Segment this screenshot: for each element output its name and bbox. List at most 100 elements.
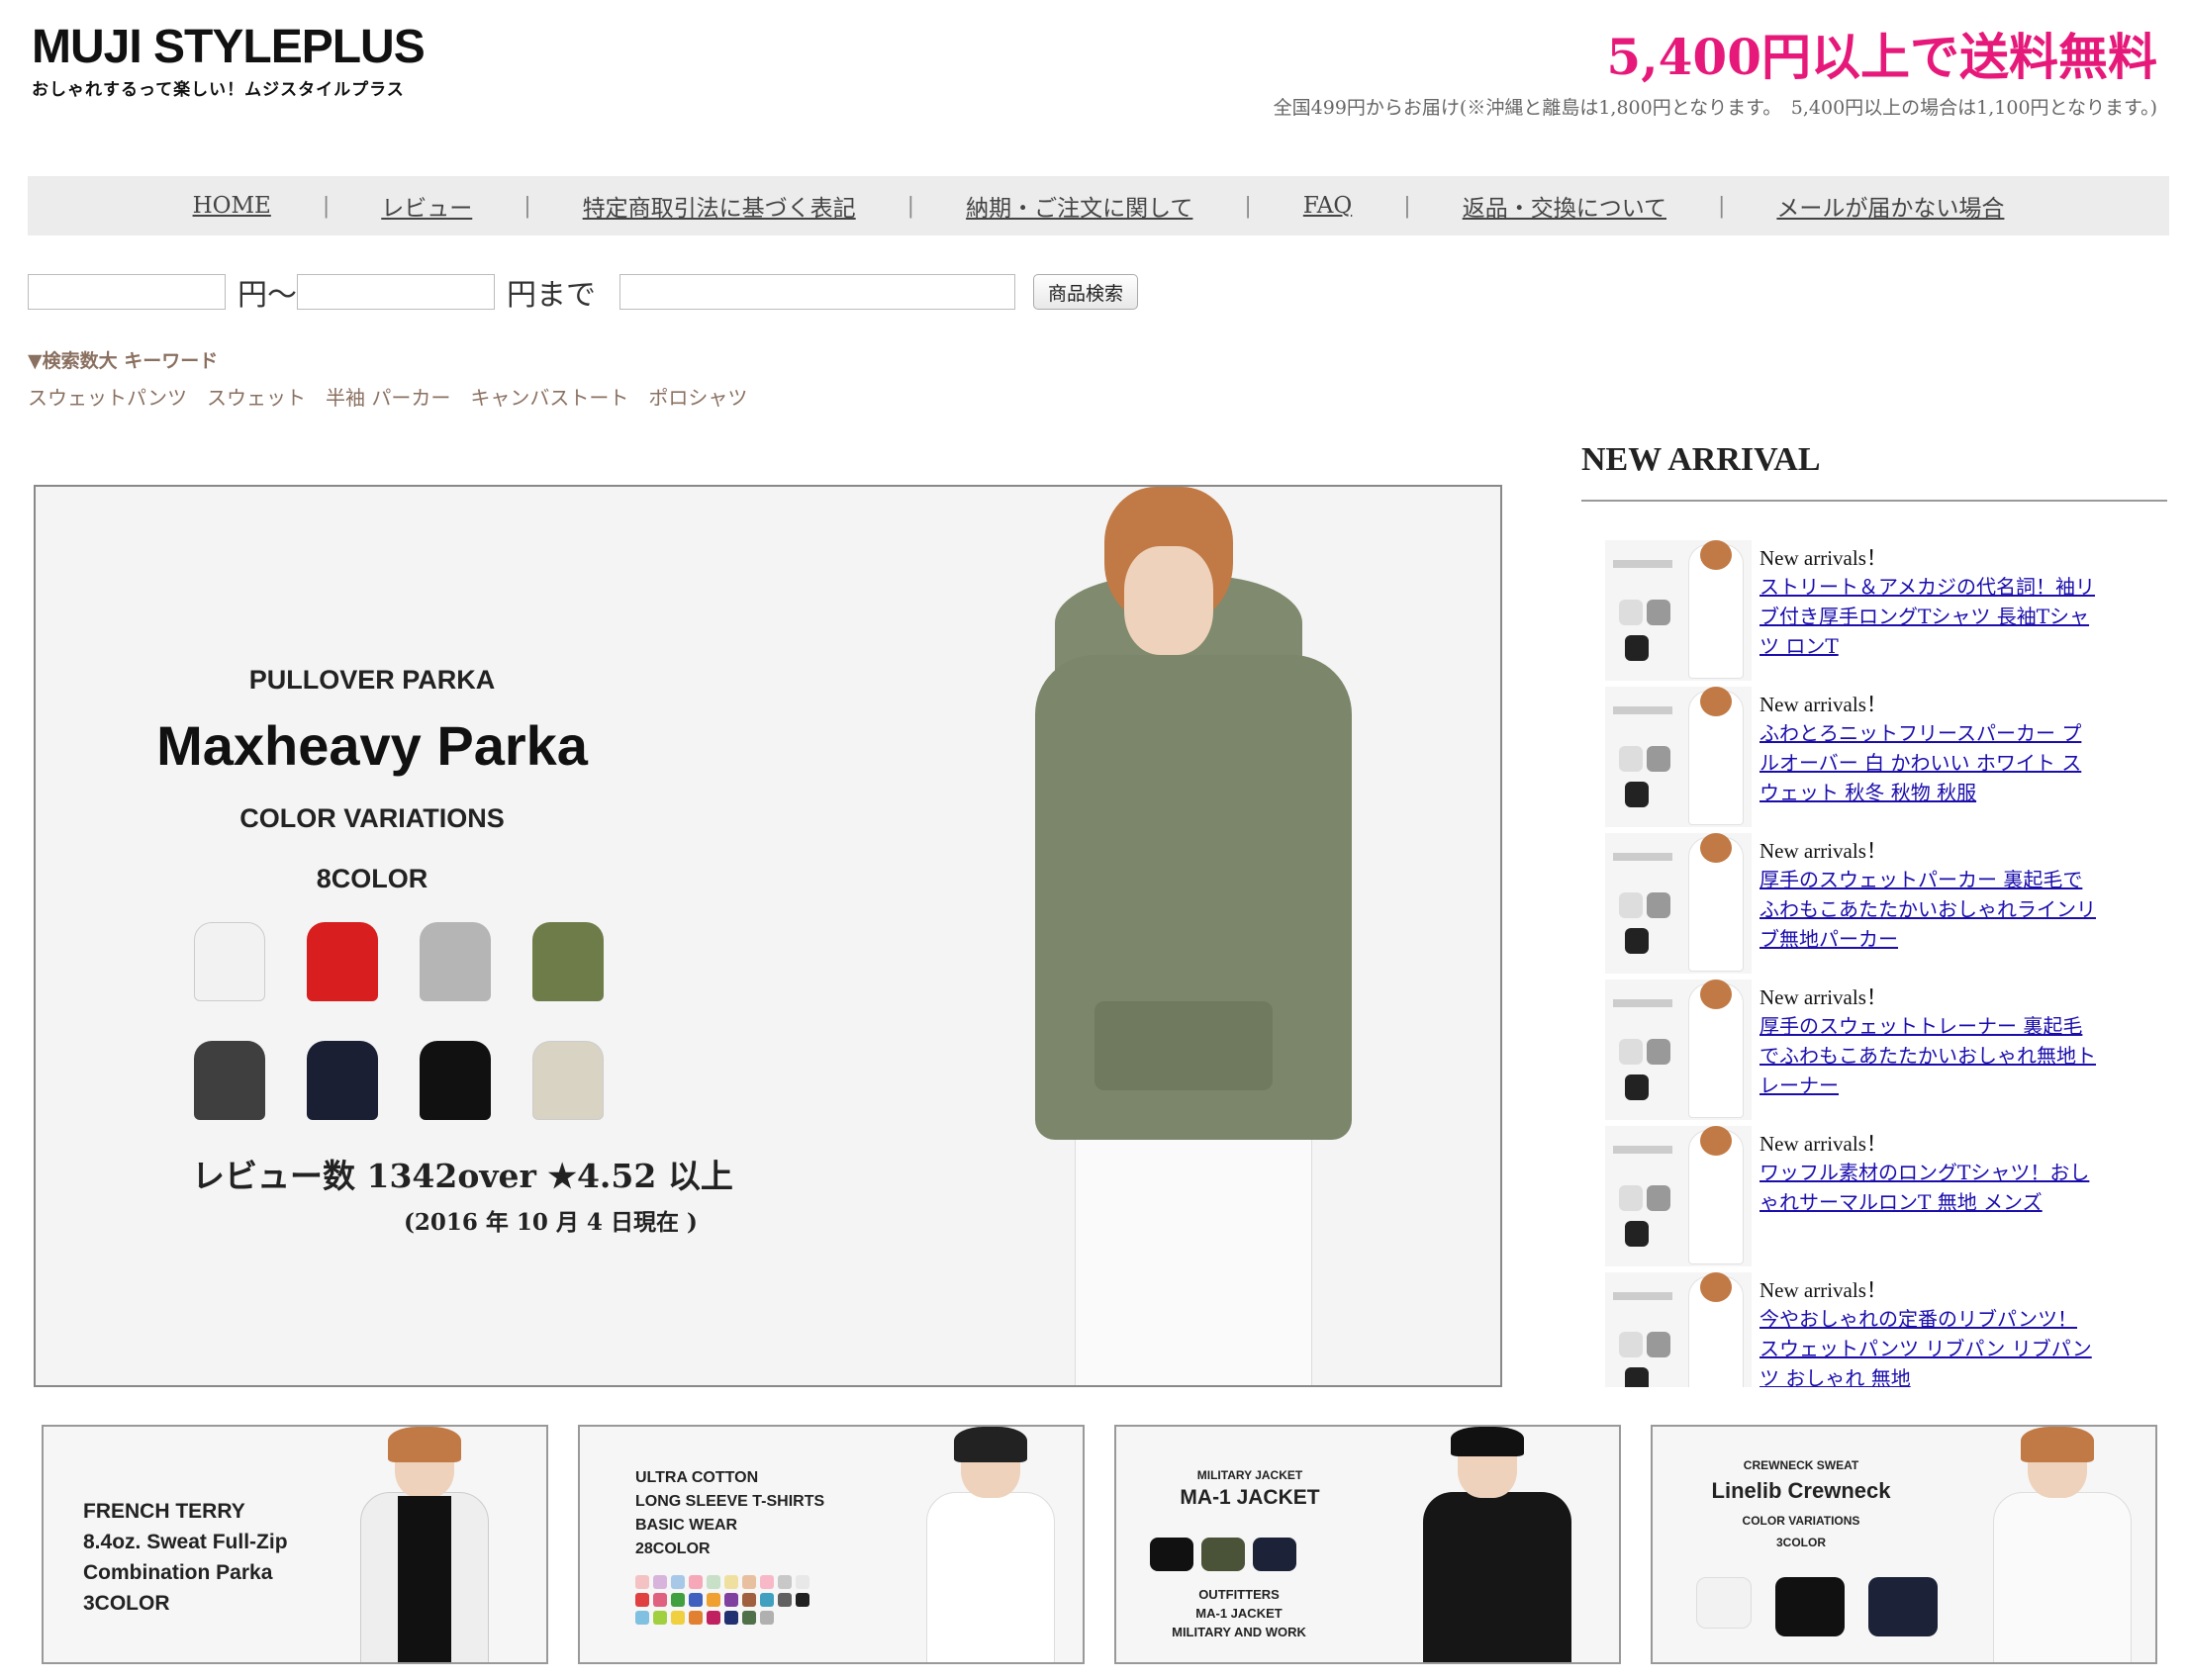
product-thumbnail[interactable] bbox=[1605, 833, 1752, 974]
new-arrival-item: New arrivals！ 厚手のスウェットパーカー 裏起毛でふわもこあたたかい… bbox=[1605, 833, 2159, 980]
main-nav: HOME | レビュー | 特定商取引法に基づく表記 | 納期・ご注文に関して … bbox=[28, 176, 2169, 235]
hero-title: Maxheavy Parka bbox=[156, 714, 588, 777]
new-arrival-item: New arrivals！ 今やおしゃれの定番のリブパンツ！スウェットパンツ リ… bbox=[1605, 1272, 2159, 1387]
jacket-thumbnails bbox=[1150, 1538, 1296, 1571]
nav-returns[interactable]: 返品・交換について bbox=[1463, 189, 1666, 223]
banner-line: 28COLOR bbox=[635, 1540, 711, 1557]
new-arrival-item: New arrivals！ ストリート＆アメカジの代名詞！袖リブ付き厚手ロングT… bbox=[1605, 540, 2159, 687]
swatch-hoodie bbox=[420, 1041, 491, 1120]
product-search-button[interactable]: 商品検索 bbox=[1033, 274, 1139, 310]
site-logo[interactable]: MUJI STYLEPLUS おしゃれするって楽しい！ムジスタイルプラス bbox=[32, 21, 426, 101]
nav-separator: | bbox=[322, 193, 331, 219]
nav-delivery-orders[interactable]: 納期・ご注文に関して bbox=[966, 189, 1192, 223]
banner-line: Combination Parka bbox=[83, 1561, 273, 1584]
model-photo bbox=[926, 1427, 1055, 1662]
swatch-hoodie bbox=[532, 922, 604, 1001]
shipping-note: 全国499円からお届け(※沖縄と離島は1,800円となります。 5,400円以上… bbox=[1273, 97, 2157, 119]
banner-ma1-jacket[interactable]: MILITARY JACKET MA-1 JACKET OUTFITTERS M… bbox=[1114, 1425, 1621, 1664]
nav-mail-issue[interactable]: メールが届かない場合 bbox=[1776, 189, 2004, 223]
swatch-hoodie bbox=[307, 1041, 378, 1120]
nav-separator: | bbox=[1244, 193, 1252, 219]
nav-separator: | bbox=[1718, 193, 1726, 219]
max-price-input[interactable] bbox=[297, 274, 495, 310]
new-arrival-badge: New arrivals！ bbox=[1759, 546, 1887, 570]
keyword-link[interactable]: ポロシャツ bbox=[648, 382, 747, 411]
new-arrival-badge: New arrivals！ bbox=[1759, 1132, 1887, 1156]
product-thumbnail[interactable] bbox=[1605, 540, 1752, 681]
free-shipping-headline: 5,400円以上で送料無料 bbox=[1606, 28, 2157, 86]
nav-separator: | bbox=[906, 193, 915, 219]
banner-line: MA-1 JACKET bbox=[1195, 1606, 1283, 1621]
banner-line: BASIC WEAR bbox=[635, 1517, 738, 1534]
hero-subtitle: PULLOVER PARKA bbox=[248, 665, 496, 695]
model-photo bbox=[1993, 1427, 2132, 1662]
model-photo bbox=[1423, 1427, 1571, 1662]
product-link[interactable]: 厚手のスウェットパーカー 裏起毛でふわもこあたたかいおしゃれラインリブ無地パーカ… bbox=[1759, 868, 2096, 951]
popular-keywords-list: スウェットパンツ スウェット 半袖 パーカー キャンバストート ポロシャツ bbox=[28, 382, 767, 411]
product-thumbnail[interactable] bbox=[1605, 687, 1752, 827]
banner-line: OUTFITTERS bbox=[1198, 1587, 1280, 1602]
crewneck-thumbnails bbox=[1696, 1577, 1938, 1636]
product-link[interactable]: ワッフル素材のロングTシャツ！おしゃれサーマルロンT 無地 メンズ bbox=[1759, 1161, 2089, 1214]
nav-home[interactable]: HOME bbox=[193, 193, 271, 219]
banner-french-terry[interactable]: FRENCH TERRY 8.4oz. Sweat Full-Zip Combi… bbox=[42, 1425, 548, 1664]
new-arrival-badge: New arrivals！ bbox=[1759, 985, 1887, 1009]
nav-review[interactable]: レビュー bbox=[381, 189, 472, 223]
product-link[interactable]: ふわとろニットフリースパーカー プルオーバー 白 かわいい ホワイト スウェット… bbox=[1759, 721, 2081, 804]
product-search-form: 円〜 円まで 商品検索 bbox=[28, 273, 1139, 313]
min-price-input[interactable] bbox=[28, 274, 226, 310]
product-link[interactable]: 今やおしゃれの定番のリブパンツ！スウェットパンツ リブパン リブパンツ おしゃれ… bbox=[1759, 1307, 2092, 1387]
banner-line: MA-1 JACKET bbox=[1180, 1486, 1320, 1509]
product-thumbnail[interactable] bbox=[1605, 1126, 1752, 1266]
model-photo bbox=[360, 1427, 489, 1662]
nav-separator: | bbox=[1403, 193, 1411, 219]
hero-banner[interactable]: PULLOVER PARKA Maxheavy Parka COLOR VARI… bbox=[34, 485, 1502, 1387]
new-arrival-badge: New arrivals！ bbox=[1759, 1278, 1887, 1302]
keyword-link[interactable]: キャンバストート bbox=[470, 382, 628, 411]
banner-line: MILITARY JACKET bbox=[1196, 1468, 1303, 1482]
new-arrival-item: New arrivals！ ふわとろニットフリースパーカー プルオーバー 白 か… bbox=[1605, 687, 2159, 833]
swatch-hoodie bbox=[194, 1041, 265, 1120]
keyword-link[interactable]: 半袖 パーカー bbox=[326, 382, 450, 411]
hero-date-note: (2016 年 10 月 4 日現在 ) bbox=[404, 1209, 698, 1236]
popular-keywords-title: ▼検索数大 キーワード bbox=[28, 350, 219, 372]
banner-line: 3COLOR bbox=[1775, 1536, 1826, 1549]
banner-line: Linelib Crewneck bbox=[1711, 1478, 1891, 1503]
shipping-info: 5,400円以上で送料無料 全国499円からお届け(※沖縄と離島は1,800円と… bbox=[1274, 28, 2157, 120]
new-arrival-item: New arrivals！ ワッフル素材のロングTシャツ！おしゃれサーマルロンT… bbox=[1605, 1126, 2159, 1272]
keyword-link[interactable]: スウェット bbox=[207, 382, 306, 411]
new-arrival-divider bbox=[1581, 500, 2167, 502]
from-label: 円〜 bbox=[238, 278, 297, 313]
keyword-link[interactable]: スウェットパンツ bbox=[28, 382, 187, 411]
banner-line: MILITARY AND WORK bbox=[1172, 1625, 1306, 1639]
logo-title: MUJI STYLEPLUS bbox=[32, 21, 426, 73]
feature-banners: FRENCH TERRY 8.4oz. Sweat Full-Zip Combi… bbox=[42, 1425, 2157, 1664]
color-swatches bbox=[194, 922, 604, 1120]
product-thumbnail[interactable] bbox=[1605, 980, 1752, 1120]
hero-color-variations: COLOR VARIATIONS bbox=[239, 803, 505, 833]
new-arrival-title: NEW ARRIVAL bbox=[1581, 441, 1821, 478]
swatch-hoodie bbox=[194, 922, 265, 1001]
banner-line: ULTRA COTTON bbox=[635, 1469, 759, 1486]
product-link[interactable]: 厚手のスウェットトレーナー 裏起毛でふわもこあたたかいおしゃれ無地トレーナー bbox=[1759, 1014, 2096, 1097]
banner-line: COLOR VARIATIONS bbox=[1742, 1514, 1860, 1528]
banner-ultra-cotton[interactable]: ULTRA COTTON LONG SLEEVE T-SHIRTS BASIC … bbox=[578, 1425, 1085, 1664]
hero-review-count: レビュー数 1342over ★4.52 以上 bbox=[192, 1157, 733, 1195]
nav-legal-notice[interactable]: 特定商取引法に基づく表記 bbox=[583, 189, 856, 223]
product-link[interactable]: ストリート＆アメカジの代名詞！袖リブ付き厚手ロングTシャツ 長袖Tシャツ ロンT bbox=[1759, 575, 2095, 658]
banner-line: CREWNECK SWEAT bbox=[1743, 1458, 1859, 1472]
swatch-hoodie bbox=[532, 1041, 604, 1120]
hero-color-count: 8COLOR bbox=[316, 864, 428, 893]
banner-line: 8.4oz. Sweat Full-Zip bbox=[83, 1531, 288, 1553]
swatch-hoodie bbox=[307, 922, 378, 1001]
banner-line: FRENCH TERRY bbox=[83, 1500, 245, 1523]
nav-faq[interactable]: FAQ bbox=[1303, 193, 1352, 219]
logo-tagline: おしゃれするって楽しい！ムジスタイルプラス bbox=[32, 80, 405, 100]
banner-line: 3COLOR bbox=[83, 1592, 170, 1615]
nav-separator: | bbox=[523, 193, 531, 219]
new-arrival-badge: New arrivals！ bbox=[1759, 693, 1887, 716]
keyword-search-input[interactable] bbox=[619, 274, 1015, 310]
product-thumbnail[interactable] bbox=[1605, 1272, 1752, 1387]
banner-linelib-crewneck[interactable]: CREWNECK SWEAT Linelib Crewneck COLOR VA… bbox=[1651, 1425, 2157, 1664]
swatch-hoodie bbox=[420, 922, 491, 1001]
